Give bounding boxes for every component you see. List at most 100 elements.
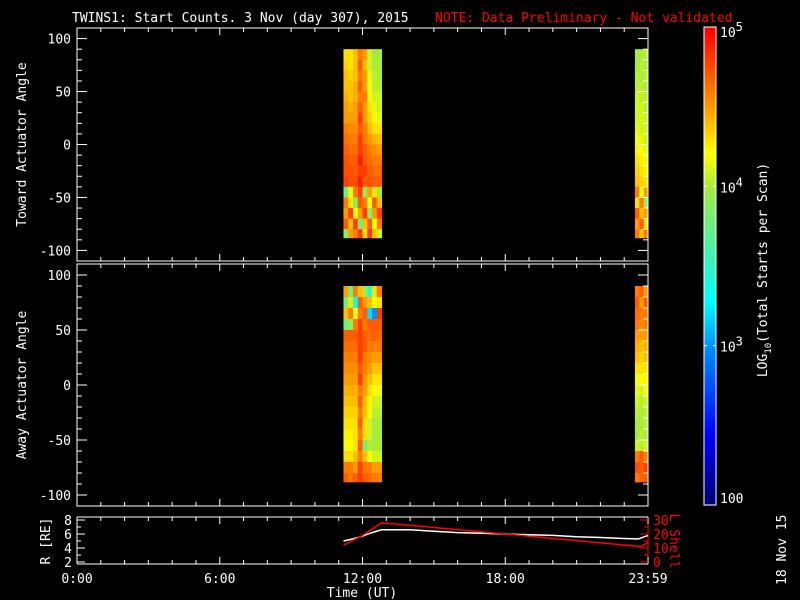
spectrogram-cell [357,429,363,441]
spectrogram-cell [348,418,354,430]
spectrogram-cell [352,112,359,124]
spectrogram-cell [343,112,349,124]
spectrogram-cell [639,197,645,209]
spectrogram-cell [362,363,368,375]
colorbar-segment [704,373,716,379]
x-tick-label: 0:00 [61,572,92,587]
spectrogram-cell [372,70,378,82]
spectrogram-cell [362,59,368,71]
spectrogram-cell [372,176,378,188]
spectrogram-cell [343,197,349,209]
spectrogram-cell [357,123,363,135]
colorbar-segment [704,313,716,319]
colorbar-segment [704,389,716,395]
y-tick-label: 0 [63,139,71,154]
spectrogram-cell [376,91,383,103]
colorbar-segment [704,194,716,199]
spectrogram-cell [639,102,645,114]
colorbar-segment [704,202,716,207]
colorbar-segment [704,27,716,32]
date-stamp: 18 Nov 15 [775,515,790,585]
y-axis-label: Toward Actuator Angle [15,62,30,227]
spectrogram-cell [376,451,383,463]
spectrogram-cell [372,440,378,452]
y-tick-label: 100 [48,269,71,284]
r-tick-label: 6 [64,528,72,543]
spectrogram-cell [343,286,349,298]
spectrogram-cell [357,297,363,309]
spectrogram-cell [639,440,645,452]
spectrogram-cell [362,462,368,474]
y-tick-label: -100 [40,489,71,504]
spectrogram-cell [367,363,373,375]
spectrogram-cell [348,155,354,167]
spectrogram-cell [357,229,363,239]
spectrogram-cell [639,286,645,298]
y-tick-label: 50 [55,324,71,339]
spectrogram-cell [357,70,363,82]
spectrogram-cell [367,112,373,124]
colorbar-label-sub: 10 [764,343,774,354]
spectrogram-cell [357,330,363,342]
spectrogram-cell [352,155,359,167]
spectrogram-cell [357,385,363,397]
spectrogram-cell [348,208,354,220]
colorbar-tick-base: 10 [720,181,736,196]
colorbar-segment [704,277,716,283]
spectrogram-cell [352,186,359,198]
spectrogram-cell [372,197,378,209]
spectrogram-cell [343,123,349,135]
spectrogram-cell [362,407,368,419]
spectrogram-cell [376,440,383,452]
spectrogram-cell [343,440,349,452]
spectrogram-cell [362,341,368,353]
spectrogram-cell [367,429,373,441]
spectrogram-cell [362,186,368,198]
colorbar-segment [704,273,716,279]
colorbar-segment [704,429,716,434]
spectrogram-cell [362,112,368,124]
spectrogram-cell [634,112,640,124]
spectrogram-cell [357,49,363,61]
spectrogram-cell [376,429,383,441]
spectrogram-cell [348,112,354,124]
spectrogram-cell [352,286,359,298]
chart-title: TWINS1: Start Counts. 3 Nov (day 307), 2… [72,11,409,26]
spectrogram-cell [639,374,645,386]
colorbar-segment [704,393,716,399]
colorbar: 105104103100 [703,20,743,507]
spectrogram-cell [362,133,368,145]
spectrogram-cell [367,123,373,135]
spectrogram-cell [367,396,373,408]
spectrogram-cell [343,462,349,474]
spectrogram-cell [634,218,640,230]
spectrogram-cell [343,418,349,430]
spectrogram-cell [376,133,383,145]
spectrogram-cell [352,352,359,364]
spectrogram-cell [343,429,349,441]
spectrogram-cell [367,91,373,103]
spectrogram-cell [634,363,640,375]
colorbar-segment [704,86,716,92]
colorbar-segment [704,206,716,211]
colorbar-tick-label: 104 [720,175,743,196]
spectrogram-cell [343,133,349,145]
colorbar-segment [704,46,716,52]
spectrogram-cell [362,123,368,135]
spectrogram-cell [362,396,368,408]
spectrogram-cell [352,197,359,209]
spectrogram-cell [639,133,645,145]
y-tick-label: 50 [55,86,71,101]
spectrogram-cell [367,229,373,239]
spectrogram-cell [348,133,354,145]
spectrogram-cell [357,352,363,364]
colorbar-segment [704,381,716,387]
spectrogram-cell [376,396,383,408]
colorbar-segment [704,305,716,311]
spectrogram-cell [376,341,383,353]
spectrogram-cell [367,208,373,220]
colorbar-segment [704,258,716,263]
spectrogram-cell [367,407,373,419]
spectrogram-cell [639,218,645,230]
spectrogram-cell [372,352,378,364]
